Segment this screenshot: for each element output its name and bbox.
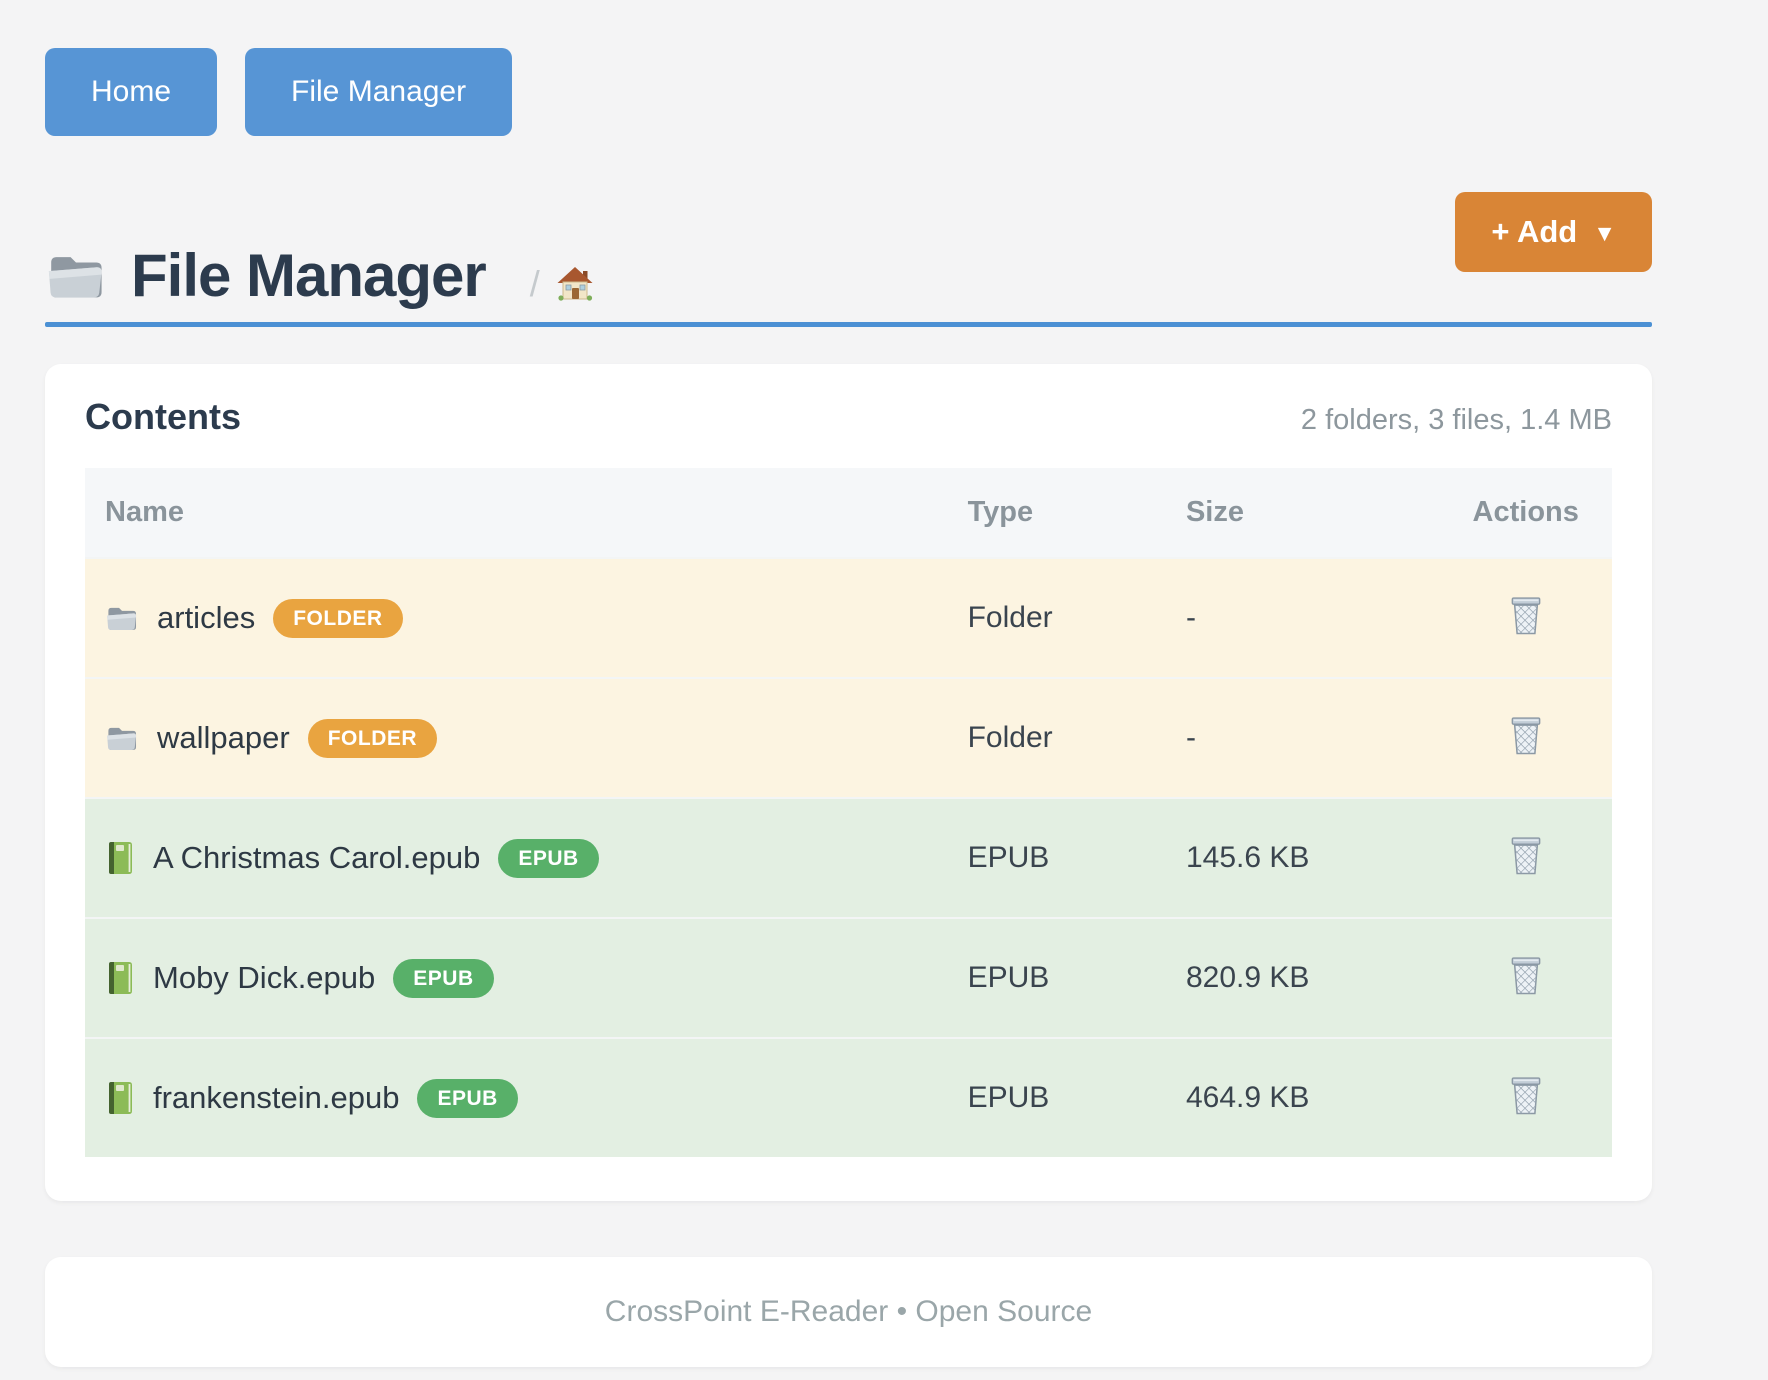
file-type: EPUB: [968, 1038, 1186, 1157]
page-header: + Add ▼ File Manager /: [45, 192, 1652, 306]
book-icon: [105, 961, 135, 995]
contents-card: Contents 2 folders, 3 files, 1.4 MB Name…: [45, 364, 1652, 1201]
table-row: articles FOLDER Folder -: [85, 558, 1612, 678]
file-name-cell: A Christmas Carol.epub EPUB: [105, 839, 968, 878]
file-name-cell: frankenstein.epub EPUB: [105, 1079, 968, 1118]
file-name[interactable]: articles: [157, 600, 255, 636]
type-badge: FOLDER: [273, 599, 402, 638]
table-row: A Christmas Carol.epub EPUB EPUB 145.6 K…: [85, 798, 1612, 918]
add-button-label: + Add: [1491, 214, 1577, 250]
file-type: EPUB: [968, 798, 1186, 918]
table-row: Moby Dick.epub EPUB EPUB 820.9 KB: [85, 918, 1612, 1038]
book-icon: [105, 1081, 135, 1115]
column-header-name: Name: [85, 468, 968, 558]
caret-down-icon: ▼: [1593, 220, 1616, 247]
file-size: -: [1186, 558, 1439, 678]
breadcrumb: /: [530, 263, 594, 305]
file-table-head: Name Type Size Actions: [85, 468, 1612, 558]
wastebasket-icon: [1509, 715, 1543, 756]
table-row: wallpaper FOLDER Folder -: [85, 678, 1612, 798]
column-header-type: Type: [968, 468, 1186, 558]
wastebasket-icon: [1509, 955, 1543, 996]
top-nav: Home File Manager: [45, 48, 1652, 136]
type-badge: EPUB: [393, 959, 493, 998]
file-size: 464.9 KB: [1186, 1038, 1439, 1157]
file-name-cell: articles FOLDER: [105, 599, 968, 638]
file-name-cell: wallpaper FOLDER: [105, 719, 968, 758]
wastebasket-icon: [1509, 595, 1543, 636]
file-size: -: [1186, 678, 1439, 798]
file-name[interactable]: A Christmas Carol.epub: [153, 840, 480, 876]
footer: CrossPoint E-Reader • Open Source: [45, 1257, 1652, 1367]
delete-button[interactable]: [1509, 715, 1543, 756]
column-header-actions: Actions: [1439, 468, 1612, 558]
header-divider: [45, 322, 1652, 327]
file-size: 820.9 KB: [1186, 918, 1439, 1038]
footer-text: CrossPoint E-Reader • Open Source: [605, 1295, 1092, 1328]
type-badge: EPUB: [417, 1079, 517, 1118]
nav-button-file-manager[interactable]: File Manager: [245, 48, 512, 136]
file-type: EPUB: [968, 918, 1186, 1038]
delete-button[interactable]: [1509, 1075, 1543, 1116]
folder-icon: [105, 604, 139, 633]
contents-heading: Contents: [85, 396, 241, 438]
delete-button[interactable]: [1509, 595, 1543, 636]
file-name-cell: Moby Dick.epub EPUB: [105, 959, 968, 998]
type-badge: FOLDER: [308, 719, 437, 758]
file-name[interactable]: Moby Dick.epub: [153, 960, 375, 996]
home-icon: [556, 265, 594, 303]
delete-button[interactable]: [1509, 955, 1543, 996]
page-title: File Manager: [131, 246, 486, 306]
table-row: frankenstein.epub EPUB EPUB 464.9 KB: [85, 1038, 1612, 1157]
contents-header-row: Contents 2 folders, 3 files, 1.4 MB: [85, 396, 1612, 438]
breadcrumb-separator: /: [530, 263, 540, 305]
file-table-body: articles FOLDER Folder - wallpaper FOLDE…: [85, 558, 1612, 1157]
book-icon: [105, 841, 135, 875]
column-header-size: Size: [1186, 468, 1439, 558]
folder-icon: [45, 250, 107, 303]
add-button[interactable]: + Add ▼: [1455, 192, 1652, 272]
page-container: Home File Manager + Add ▼ File Manager /…: [45, 0, 1652, 1367]
folder-icon: [105, 724, 139, 753]
file-type: Folder: [968, 678, 1186, 798]
title-row: File Manager /: [45, 192, 1652, 306]
file-type: Folder: [968, 558, 1186, 678]
file-size: 145.6 KB: [1186, 798, 1439, 918]
delete-button[interactable]: [1509, 835, 1543, 876]
breadcrumb-home-link[interactable]: [556, 265, 594, 303]
contents-summary: 2 folders, 3 files, 1.4 MB: [1301, 404, 1612, 437]
wastebasket-icon: [1509, 1075, 1543, 1116]
file-name[interactable]: wallpaper: [157, 720, 290, 756]
type-badge: EPUB: [498, 839, 598, 878]
wastebasket-icon: [1509, 835, 1543, 876]
nav-button-home[interactable]: Home: [45, 48, 217, 136]
file-table: Name Type Size Actions articles FOLDER F…: [85, 468, 1612, 1157]
file-name[interactable]: frankenstein.epub: [153, 1080, 399, 1116]
